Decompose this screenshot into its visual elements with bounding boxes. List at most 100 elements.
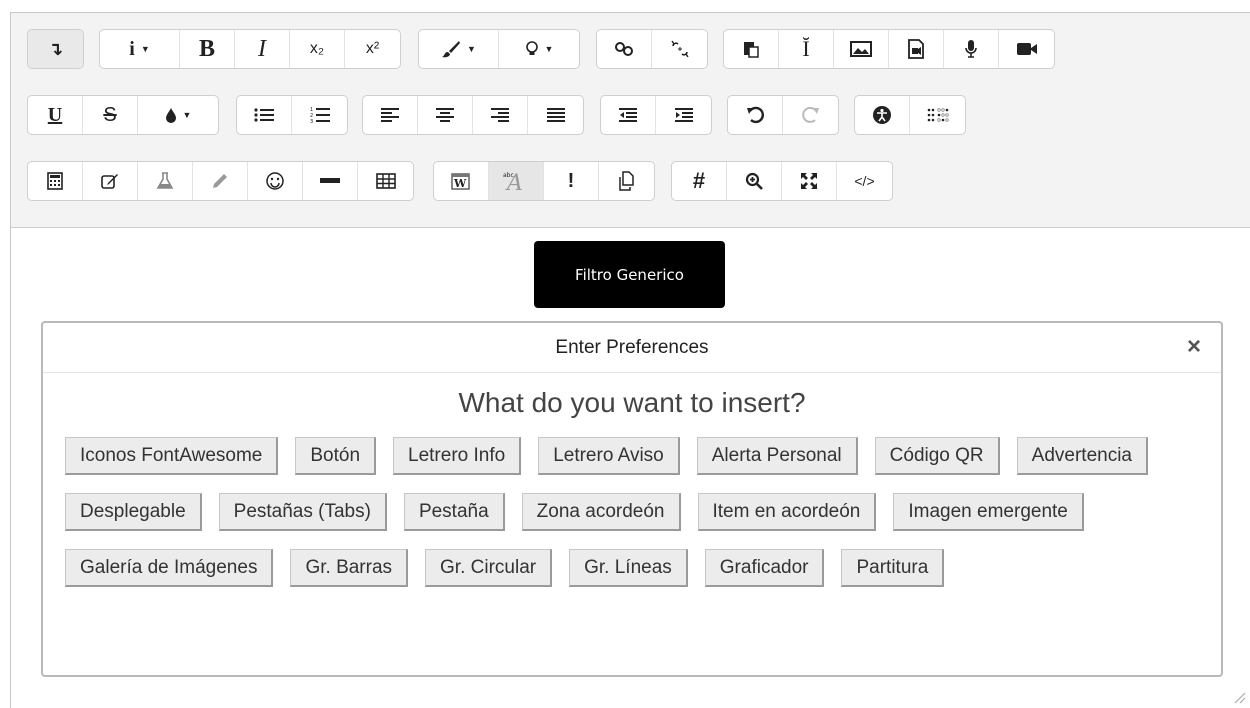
numbered-list-icon: 123 [310, 106, 330, 124]
superscript-button[interactable]: x² [345, 30, 400, 68]
outdent-button[interactable] [601, 96, 656, 134]
align-right-button[interactable] [473, 96, 528, 134]
underline-button[interactable]: U [28, 96, 83, 134]
strikethrough-button[interactable]: S [83, 96, 138, 134]
italic-button[interactable]: I [235, 30, 290, 68]
text-style-dropdown-button[interactable]: ▼ [419, 30, 499, 68]
rich-text-editor: ↴ i ▼ B I x₂ x² ▼ ▼ Ĭ U S ▼ 1 2 3 W A ab… [10, 12, 1250, 708]
toolbar-group-filters: W Aabc ! [433, 161, 655, 201]
align-center-button[interactable] [418, 96, 473, 134]
toolbar-group-lists: 123 [236, 95, 348, 135]
paste-button[interactable] [724, 30, 779, 68]
close-icon[interactable]: × [1187, 335, 1201, 359]
spellcheck-button[interactable]: Aabc [489, 162, 544, 200]
option-button[interactable]: Zona acordeón [521, 493, 681, 531]
option-button[interactable]: Pestañas (Tabs) [218, 493, 387, 531]
toolbar-group-links [596, 29, 708, 69]
draw-button[interactable] [193, 162, 248, 200]
accessibility-checker-button[interactable] [855, 96, 910, 134]
option-button[interactable]: Código QR [874, 437, 1000, 475]
flask-icon [156, 172, 174, 190]
record-video-button[interactable] [999, 30, 1054, 68]
unlink-icon [669, 40, 691, 58]
record-audio-button[interactable] [944, 30, 999, 68]
option-button[interactable]: Gr. Barras [290, 549, 409, 587]
paste-from-word-button[interactable]: W [434, 162, 489, 200]
collapse-toolbar-button[interactable]: ↴ [28, 30, 83, 68]
paste-icon [743, 40, 759, 58]
toolbar-group-insert: Ĭ [723, 29, 1055, 69]
text-cursor-icon: Ĭ [802, 36, 810, 61]
insert-image-button[interactable] [834, 30, 889, 68]
dialog-header: Enter Preferences × [43, 323, 1221, 373]
toolbar-group-collapse: ↴ [27, 29, 84, 69]
option-button[interactable]: Gr. Líneas [569, 549, 688, 587]
chevron-down-icon: ▼ [140, 44, 150, 54]
microphone-icon [964, 39, 978, 59]
undo-button[interactable] [728, 96, 783, 134]
edit-button[interactable] [83, 162, 138, 200]
indent-button[interactable] [656, 96, 711, 134]
screenreader-helper-button[interactable] [910, 96, 965, 134]
option-button[interactable]: Letrero Aviso [538, 437, 680, 475]
option-button[interactable]: Letrero Info [393, 437, 522, 475]
redo-button[interactable] [783, 96, 838, 134]
option-button[interactable]: Alerta Personal [696, 437, 858, 475]
equation-editor-button[interactable] [28, 162, 83, 200]
link-button[interactable] [597, 30, 652, 68]
italic-icon: I [258, 35, 266, 62]
subscript-button[interactable]: x₂ [290, 30, 345, 68]
option-button[interactable]: Advertencia [1016, 437, 1148, 475]
tooltip: Filtro Generico [534, 241, 725, 308]
option-button[interactable]: Galería de Imágenes [65, 549, 274, 587]
spellcheck-icon: Aabc [503, 170, 529, 192]
cursor-button[interactable]: Ĭ [779, 30, 834, 68]
generic-filter-button[interactable]: ! [544, 162, 599, 200]
toolbar-group-history [727, 95, 839, 135]
copy-paste-button[interactable] [599, 162, 654, 200]
ordered-list-button[interactable]: 123 [292, 96, 347, 134]
option-button[interactable]: Botón [295, 437, 377, 475]
option-button[interactable]: Pestaña [403, 493, 505, 531]
align-left-button[interactable] [363, 96, 418, 134]
option-button[interactable]: Item en acordeón [697, 493, 877, 531]
option-button[interactable]: Partitura [841, 549, 945, 587]
bold-button[interactable]: B [180, 30, 235, 68]
droplet-icon [165, 107, 177, 123]
unordered-list-button[interactable] [237, 96, 292, 134]
option-button[interactable]: Iconos FontAwesome [65, 437, 279, 475]
insert-media-button[interactable] [889, 30, 944, 68]
zoom-in-icon [745, 172, 763, 190]
option-button[interactable]: Imagen emergente [893, 493, 1084, 531]
accessibility-icon [872, 105, 892, 125]
table-button[interactable] [358, 162, 413, 200]
zoom-button[interactable] [727, 162, 782, 200]
copy-icon [618, 171, 636, 191]
hint-dropdown-button[interactable]: ▼ [499, 30, 579, 68]
hashtag-button[interactable]: # [672, 162, 727, 200]
dialog-title: Enter Preferences [555, 336, 709, 358]
hashtag-icon: # [692, 168, 706, 193]
edit-icon [101, 173, 119, 189]
resize-handle-icon[interactable] [1232, 690, 1246, 704]
chevron-down-icon: ▼ [182, 110, 192, 120]
justify-button[interactable] [528, 96, 583, 134]
dialog-question: What do you want to insert? [458, 387, 806, 418]
toolbar-group-view: # </> [671, 161, 893, 201]
emoticon-button[interactable] [248, 162, 303, 200]
chevron-down-icon: ▼ [544, 44, 554, 54]
subscript-icon: x₂ [309, 40, 325, 57]
html-source-button[interactable]: </> [837, 162, 892, 200]
unlink-button[interactable] [652, 30, 707, 68]
align-center-icon [436, 107, 454, 123]
option-button[interactable]: Graficador [704, 549, 825, 587]
horizontal-rule-button[interactable] [303, 162, 358, 200]
style-dropdown-button[interactable]: i ▼ [100, 30, 180, 68]
option-button[interactable]: Desplegable [65, 493, 202, 531]
option-button[interactable]: Gr. Circular [425, 549, 553, 587]
font-color-dropdown-button[interactable]: ▼ [138, 96, 218, 134]
editor-content-area[interactable]: Filtro Generico Enter Preferences × What… [11, 229, 1250, 708]
chevron-down-icon: ▼ [467, 44, 476, 54]
fullscreen-button[interactable] [782, 162, 837, 200]
chemistry-button[interactable] [138, 162, 193, 200]
